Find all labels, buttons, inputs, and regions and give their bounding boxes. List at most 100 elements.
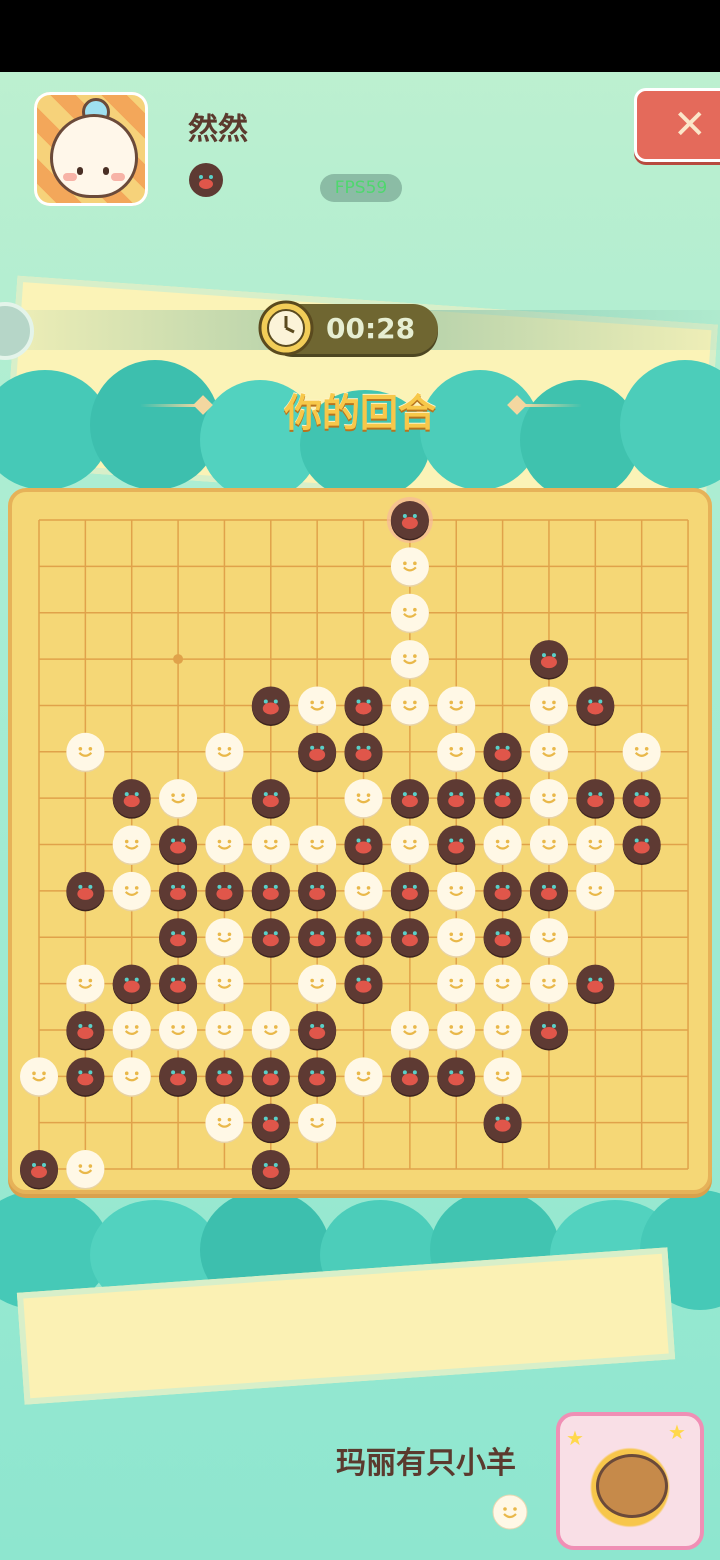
white-stone: [205, 964, 244, 1005]
white-stone: [344, 779, 383, 819]
black-stone: [112, 964, 151, 1005]
black-stone: [390, 501, 429, 541]
white-stone: [622, 732, 661, 773]
black-stone: [298, 1010, 337, 1051]
black-stone: [576, 686, 615, 726]
status-bar: [0, 0, 720, 72]
gomoku-board[interactable]: [8, 488, 712, 1194]
white-stone: [298, 825, 337, 866]
black-stone: [251, 1057, 290, 1097]
black-stone: [298, 871, 337, 912]
player-name: 然然: [188, 112, 248, 147]
white-stone: [344, 871, 383, 912]
close-x-icon: ✕: [673, 102, 707, 148]
white-stone: [390, 825, 429, 866]
black-stone: [205, 1057, 244, 1097]
black-stone: [344, 732, 383, 773]
black-stone: [298, 918, 337, 958]
close-button[interactable]: ✕: [634, 88, 720, 162]
black-stone: [159, 871, 198, 912]
opponent-stone-icon: [492, 1494, 528, 1530]
white-stone: [437, 918, 476, 958]
black-stone: [159, 964, 198, 1005]
white-stone: [529, 918, 568, 958]
white-stone: [437, 732, 476, 773]
white-stone: [483, 1057, 522, 1097]
black-stone: [251, 918, 290, 958]
black-stone: [20, 1150, 58, 1190]
white-stone: [20, 1057, 58, 1097]
white-stone: [529, 686, 568, 726]
opponent-avatar[interactable]: ★ ★: [556, 1412, 704, 1550]
white-stone: [298, 686, 337, 726]
black-stone: [390, 871, 429, 912]
sheep-avatar-icon: [596, 1454, 668, 1518]
black-stone: [205, 871, 244, 912]
white-stone: [251, 1010, 290, 1051]
white-stone: [390, 1010, 429, 1051]
white-stone: [112, 1010, 151, 1051]
clock-icon: [258, 300, 314, 356]
black-stone: [437, 779, 476, 819]
white-stone: [344, 1057, 383, 1097]
white-stone: [298, 964, 337, 1005]
black-stone: [251, 1150, 290, 1190]
white-stone: [66, 732, 105, 773]
star-icon: ★: [668, 1420, 686, 1444]
white-stone: [437, 871, 476, 912]
black-stone: [390, 1057, 429, 1097]
white-stone: [112, 825, 151, 866]
white-stone: [66, 964, 105, 1005]
white-stone: [437, 964, 476, 1005]
white-stone: [112, 871, 151, 912]
white-stone: [298, 1103, 337, 1144]
black-stone: [66, 871, 105, 912]
white-stone: [529, 825, 568, 866]
black-stone: [344, 964, 383, 1005]
star-icon: ★: [566, 1426, 584, 1450]
white-stone: [576, 871, 615, 912]
black-stone: [576, 779, 615, 819]
white-stone: [205, 732, 244, 773]
white-stone: [437, 686, 476, 726]
board-grid[interactable]: [12, 492, 716, 1198]
black-stone: [66, 1057, 105, 1097]
black-stone: [251, 779, 290, 819]
white-stone: [390, 547, 429, 587]
player-avatar[interactable]: [34, 92, 148, 206]
black-stone: [483, 918, 522, 958]
black-stone: [437, 1057, 476, 1097]
white-stone: [529, 964, 568, 1005]
player-stone-icon: [189, 163, 223, 197]
white-stone: [205, 918, 244, 958]
turn-label: 你的回合: [283, 391, 436, 435]
opponent-name: 玛丽有只小羊: [336, 1446, 516, 1481]
black-stone: [112, 779, 151, 819]
black-stone: [483, 779, 522, 819]
white-stone: [390, 640, 429, 680]
timer-text: 00:28: [326, 312, 416, 345]
white-stone: [159, 779, 198, 819]
white-stone: [483, 825, 522, 866]
white-stone: [437, 1010, 476, 1051]
black-stone: [344, 825, 383, 866]
black-stone: [298, 732, 337, 773]
black-stone: [529, 871, 568, 912]
white-stone: [529, 779, 568, 819]
white-stone: [529, 732, 568, 773]
black-stone: [159, 825, 198, 866]
black-stone: [298, 1057, 337, 1097]
star-point: [173, 654, 184, 665]
turn-line-right: [522, 404, 582, 407]
white-stone: [205, 1103, 244, 1144]
white-stone: [483, 964, 522, 1005]
girl-avatar-icon: [50, 114, 138, 198]
black-stone: [251, 871, 290, 912]
black-stone: [483, 1103, 522, 1144]
white-stone: [205, 1010, 244, 1051]
black-stone: [529, 640, 568, 680]
fps-counter: FPS59: [320, 174, 402, 202]
white-stone: [483, 1010, 522, 1051]
black-stone: [251, 686, 290, 726]
white-stone: [251, 825, 290, 866]
